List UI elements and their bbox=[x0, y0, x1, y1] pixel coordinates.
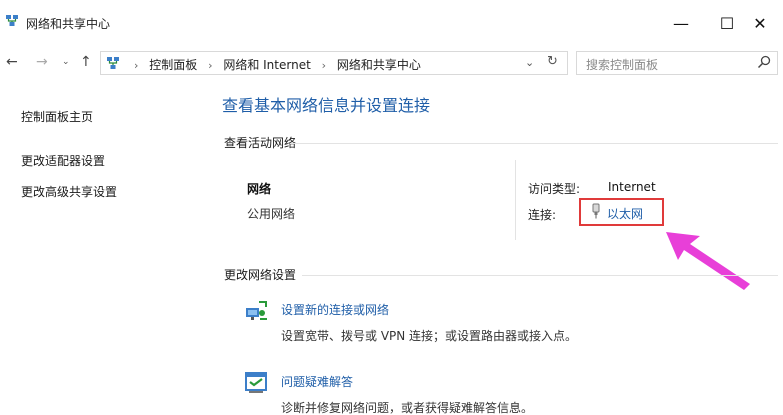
access-type-value: Internet bbox=[608, 180, 656, 194]
setup-connection-link[interactable]: 设置新的连接或网络 bbox=[281, 301, 389, 318]
setup-connection-description: 设置宽带、拨号或 VPN 连接；或设置路由器或接入点。 bbox=[281, 329, 578, 343]
sidebar-item-control-panel-home[interactable]: 控制面板主页 bbox=[21, 108, 93, 125]
search-input[interactable]: 搜索控制面板 bbox=[576, 51, 778, 75]
search-placeholder: 搜索控制面板 bbox=[586, 58, 659, 72]
breadcrumb: › 控制面板 › 网络和 Internet › 网络和共享中心 bbox=[127, 56, 421, 73]
title-bar: 网络和共享中心 — ☐ ✕ bbox=[0, 0, 783, 46]
breadcrumb-separator: › bbox=[321, 59, 327, 72]
section-divider bbox=[302, 275, 778, 276]
close-button[interactable]: ✕ bbox=[737, 0, 783, 46]
ethernet-connection-link[interactable]: 以太网 bbox=[607, 205, 643, 222]
breadcrumb-network-sharing-center[interactable]: 网络和共享中心 bbox=[337, 56, 421, 73]
sidebar-item-advanced-sharing-settings[interactable]: 更改高级共享设置 bbox=[21, 183, 117, 200]
breadcrumb-control-panel[interactable]: 控制面板 bbox=[149, 56, 197, 73]
troubleshoot-icon bbox=[245, 372, 267, 393]
change-settings-heading: 更改网络设置 bbox=[224, 268, 297, 282]
minimize-button[interactable]: — bbox=[658, 0, 704, 46]
active-networks-heading: 查看活动网络 bbox=[224, 136, 297, 150]
network-setup-icon bbox=[246, 301, 267, 320]
troubleshoot-description: 诊断并修复网络问题，或者获得疑难解答信息。 bbox=[281, 401, 534, 415]
vertical-divider bbox=[515, 160, 516, 240]
address-bar[interactable]: › 控制面板 › 网络和 Internet › 网络和共享中心 ⌄ ↻ bbox=[100, 51, 568, 75]
section-divider bbox=[290, 143, 778, 144]
ethernet-icon bbox=[592, 203, 600, 219]
search-icon[interactable] bbox=[757, 55, 771, 69]
sidebar-item-change-adapter-settings[interactable]: 更改适配器设置 bbox=[21, 152, 105, 169]
back-button[interactable]: ← bbox=[6, 54, 18, 70]
forward-button[interactable]: → bbox=[36, 54, 48, 70]
control-panel-icon bbox=[107, 57, 119, 69]
access-type-label: 访问类型: bbox=[528, 182, 581, 196]
navigation-bar: ← → ⌄ ↑ › 控制面板 › 网络和 Internet › 网络和共享中心 … bbox=[0, 48, 783, 80]
page-title: 查看基本网络信息并设置连接 bbox=[222, 96, 431, 115]
connection-label: 连接: bbox=[528, 208, 557, 222]
network-center-icon bbox=[6, 15, 18, 26]
refresh-button[interactable]: ↻ bbox=[547, 54, 558, 69]
window-title: 网络和共享中心 bbox=[26, 17, 111, 31]
troubleshoot-link[interactable]: 问题疑难解答 bbox=[281, 373, 353, 390]
annotation-arrow bbox=[666, 232, 750, 290]
address-dropdown-button[interactable]: ⌄ bbox=[525, 56, 534, 69]
network-name: 网络 bbox=[247, 182, 272, 196]
breadcrumb-separator: › bbox=[134, 59, 139, 72]
sidebar: 控制面板主页 更改适配器设置 更改高级共享设置 bbox=[0, 80, 200, 415]
breadcrumb-separator: › bbox=[208, 59, 213, 72]
network-type: 公用网络 bbox=[247, 207, 296, 221]
breadcrumb-network-internet[interactable]: 网络和 Internet bbox=[223, 56, 310, 73]
up-button[interactable]: ↑ bbox=[80, 54, 92, 70]
recent-locations-button[interactable]: ⌄ bbox=[62, 57, 70, 67]
